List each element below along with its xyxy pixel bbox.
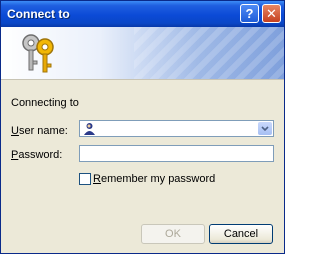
user-name-accelerator: U — [11, 125, 19, 137]
dropdown-button[interactable] — [258, 122, 272, 135]
header-banner — [1, 27, 284, 80]
user-name-label: User name: — [11, 125, 68, 137]
question-icon: ? — [245, 6, 254, 21]
title-bar[interactable]: Connect to ? ✕ — [1, 1, 284, 27]
window-title: Connect to — [7, 7, 70, 21]
user-name-combobox[interactable] — [79, 120, 274, 137]
remember-password-label[interactable]: Remember my password — [93, 173, 215, 185]
close-button[interactable]: ✕ — [262, 4, 281, 23]
banner-pattern — [134, 27, 284, 79]
password-field[interactable] — [79, 145, 274, 162]
remember-label-text: emember my password — [100, 173, 216, 185]
password-label-text: assword: — [18, 149, 63, 161]
connecting-to-label: Connecting to — [11, 97, 79, 109]
chevron-down-icon — [261, 126, 269, 132]
close-icon: ✕ — [266, 6, 277, 21]
cancel-button[interactable]: Cancel — [209, 224, 273, 244]
help-button[interactable]: ? — [240, 4, 259, 23]
keys-icon — [22, 34, 54, 73]
user-name-label-text: ser name: — [18, 125, 68, 137]
user-icon — [84, 123, 95, 135]
password-label: Password: — [11, 149, 62, 161]
connect-dialog: Connect to ? ✕ Connecting to User name: — [0, 0, 285, 254]
remember-password-checkbox[interactable] — [79, 173, 91, 185]
ok-button[interactable]: OK — [141, 224, 205, 244]
remember-accelerator: R — [93, 173, 101, 185]
